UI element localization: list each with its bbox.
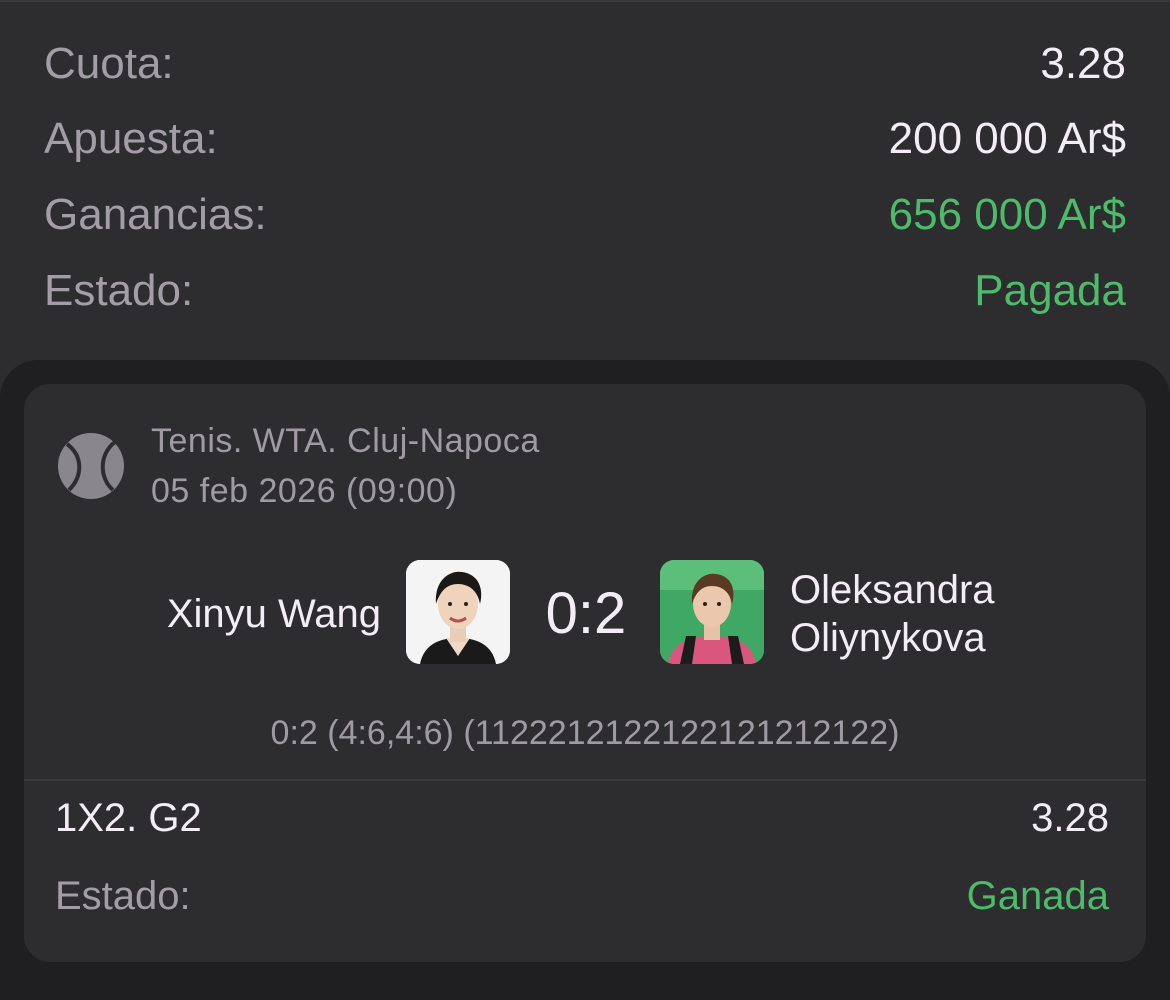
player2-last-name: Oliynykova bbox=[790, 616, 986, 660]
bet-summary-panel: Cuota: 3.28 Apuesta: 200 000 Ar$ Gananci… bbox=[0, 0, 1170, 422]
divider bbox=[24, 779, 1146, 781]
winnings-row: Ganancias: 656 000 Ar$ bbox=[44, 185, 1126, 245]
event-date: 05 feb 2026 (09:00) bbox=[151, 472, 458, 510]
market-name: 1X2. G2 bbox=[55, 796, 202, 840]
player1-avatar bbox=[406, 560, 510, 664]
set-detail: 0:2 (4:6,4:6) (1122212122122121212122) bbox=[270, 714, 900, 752]
status-row: Estado: Pagada bbox=[44, 261, 1126, 321]
market-odds: 3.28 bbox=[1031, 796, 1109, 840]
status-value: Pagada bbox=[974, 266, 1126, 315]
market-row: 1X2. G2 3.28 bbox=[55, 796, 1109, 841]
market-status-label: Estado: bbox=[55, 874, 191, 918]
tennis-ball-icon bbox=[58, 433, 124, 499]
market-status-value: Ganada bbox=[966, 874, 1109, 918]
stake-label: Apuesta: bbox=[44, 114, 218, 163]
market-status-row: Estado: Ganada bbox=[55, 874, 1109, 919]
odds-row: Cuota: 3.28 bbox=[44, 34, 1126, 94]
player2-name: Oleksandra Oliynykova bbox=[790, 566, 995, 662]
player2-first-name: Oleksandra bbox=[790, 568, 995, 612]
player2-avatar bbox=[660, 560, 764, 664]
stake-row: Apuesta: 200 000 Ar$ bbox=[44, 109, 1126, 169]
match-score: 0:2 bbox=[545, 581, 627, 646]
league-title: Tenis. WTA. Cluj-Napoca bbox=[151, 422, 540, 460]
event-card[interactable]: Tenis. WTA. Cluj-Napoca 05 feb 2026 (09:… bbox=[24, 384, 1146, 962]
odds-label: Cuota: bbox=[44, 39, 174, 88]
stake-value: 200 000 Ar$ bbox=[888, 114, 1126, 163]
winnings-value: 656 000 Ar$ bbox=[888, 190, 1126, 239]
player1-name: Xinyu Wang bbox=[166, 592, 381, 636]
status-label: Estado: bbox=[44, 266, 194, 315]
odds-value: 3.28 bbox=[1040, 39, 1126, 88]
winnings-label: Ganancias: bbox=[44, 190, 267, 239]
